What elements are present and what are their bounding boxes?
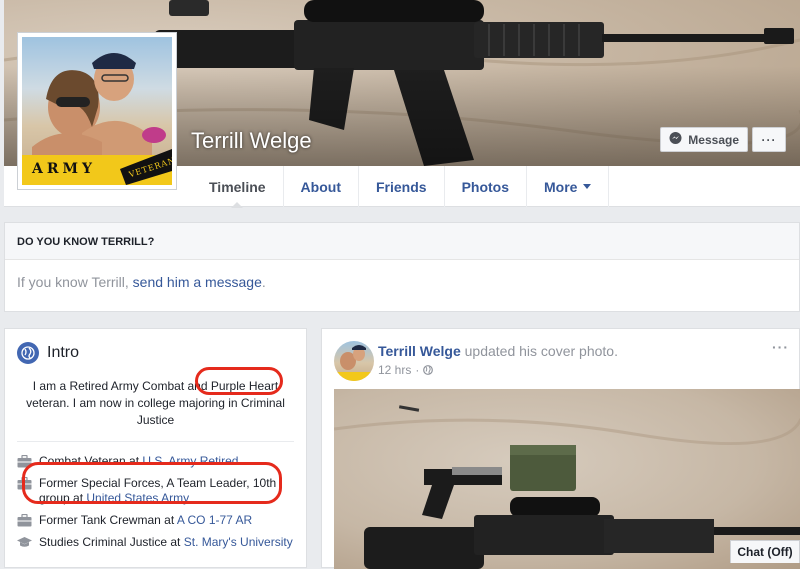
avatar-banner-army: ARMY <box>32 161 96 177</box>
fact-link[interactable]: A CO 1-77 AR <box>177 513 252 527</box>
post-header: Terrill Welge updated his cover photo. <box>378 343 618 359</box>
fact-link[interactable]: United States Army <box>86 491 189 505</box>
bio-line3: Justice <box>136 413 175 427</box>
fact-item: Combat Veteran at U.S. Army Retired <box>17 454 306 469</box>
fact-text: Combat Veteran at <box>39 454 143 468</box>
profile-picture[interactable]: ARMY VETERAN <box>17 32 177 190</box>
profile-name[interactable]: Terrill Welge <box>191 128 312 154</box>
tab-timeline[interactable]: Timeline <box>192 166 284 208</box>
fact-link[interactable]: St. Mary's University <box>184 535 293 549</box>
graduation-cap-icon <box>17 537 32 547</box>
post-meta: 12 hrs · <box>378 363 434 377</box>
tab-about[interactable]: About <box>284 166 359 207</box>
fact-item: Studies Criminal Justice at St. Mary's U… <box>17 535 306 550</box>
chat-toggle[interactable]: Chat (Off) <box>730 540 800 563</box>
fact-link[interactable]: U.S. Army Retired <box>142 454 238 468</box>
do-you-know-suffix: . <box>261 274 266 290</box>
fact-item: Former Special Forces, A Team Leader, 10… <box>17 476 306 506</box>
globe-icon <box>17 342 39 364</box>
tab-more-label: More <box>544 178 578 195</box>
fact-text: Studies Criminal Justice at <box>39 535 184 549</box>
tab-photos[interactable]: Photos <box>445 166 528 207</box>
intro-card: Intro I am a Retired Army Combat and Pur… <box>4 328 307 568</box>
tab-more[interactable]: More <box>527 166 610 207</box>
post-timestamp[interactable]: 12 hrs <box>378 363 411 377</box>
timeline-post: Terrill Welge updated his cover photo. 1… <box>321 328 800 569</box>
post-author-avatar[interactable] <box>334 341 374 381</box>
bio-purple-heart: Purple Heart <box>210 379 279 393</box>
globe-icon[interactable] <box>423 365 434 375</box>
chevron-down-icon <box>583 184 592 189</box>
post-action: updated his cover photo. <box>460 343 618 359</box>
do-you-know-text: If you know Terrill, send him a message. <box>5 260 799 290</box>
bio-line1-a: I am a Retired Army Combat and <box>32 379 211 393</box>
do-you-know-heading: DO YOU KNOW TERRILL? <box>5 223 799 260</box>
intro-title: Intro <box>47 344 80 361</box>
do-you-know-prefix: If you know Terrill, <box>17 274 133 290</box>
messenger-icon <box>669 131 682 148</box>
do-you-know-card: DO YOU KNOW TERRILL? If you know Terrill… <box>4 222 800 312</box>
more-options-button[interactable]: ··· <box>752 127 786 152</box>
cover-actions: Message ··· <box>660 127 786 152</box>
tab-friends[interactable]: Friends <box>359 166 445 207</box>
fact-item: Former Tank Crewman at A CO 1-77 AR <box>17 513 306 528</box>
bio-line2: veteran. I am now in college majoring in… <box>26 396 285 410</box>
briefcase-icon <box>17 514 32 527</box>
post-options-button[interactable]: ··· <box>772 339 789 355</box>
briefcase-icon <box>17 455 32 468</box>
send-message-link[interactable]: send him a message <box>133 274 262 290</box>
message-button[interactable]: Message <box>660 127 748 152</box>
message-button-label: Message <box>688 132 739 147</box>
post-author-name[interactable]: Terrill Welge <box>378 343 461 359</box>
intro-facts: Combat Veteran at U.S. Army Retired Form… <box>5 442 306 550</box>
intro-bio: I am a Retired Army Combat and Purple He… <box>15 378 296 429</box>
fact-text: Former Tank Crewman at <box>39 513 177 527</box>
briefcase-icon <box>17 477 32 490</box>
